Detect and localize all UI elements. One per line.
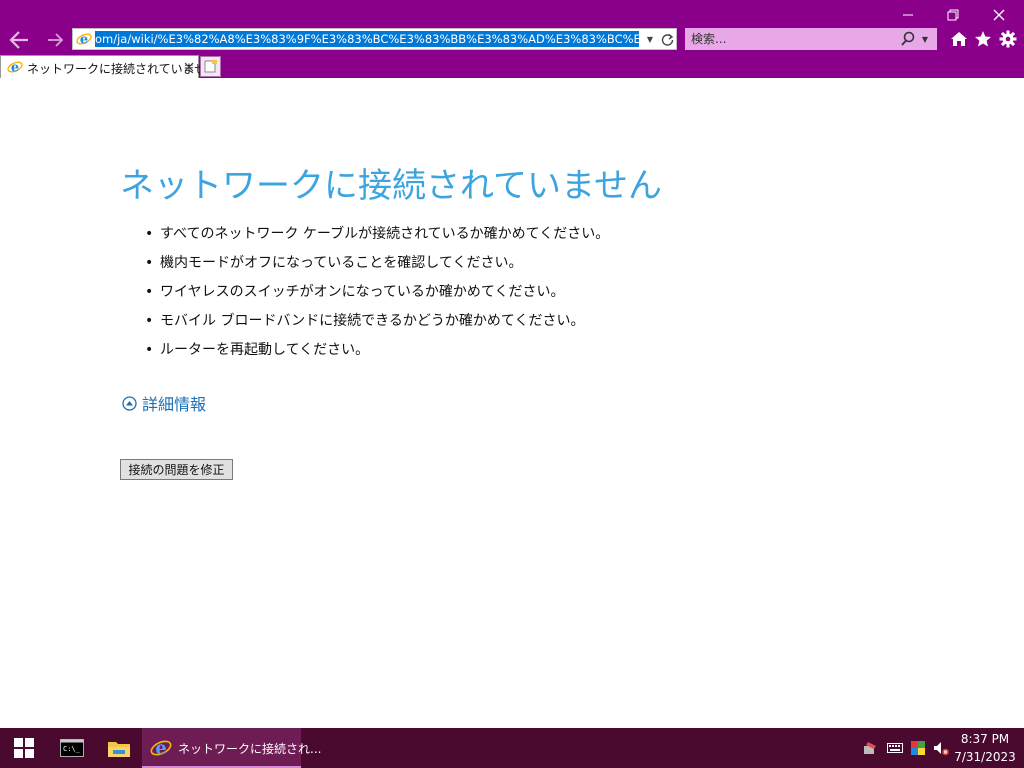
list-item: 機内モードがオフになっていることを確認してください。 (145, 254, 609, 283)
refresh-button[interactable] (659, 30, 675, 48)
taskbar-ie-label: ネットワークに接続され... (178, 742, 322, 756)
tools-button[interactable] (997, 28, 1019, 50)
back-arrow-icon (9, 31, 28, 49)
clock-time[interactable]: 8:37 PM (950, 732, 1020, 746)
command-prompt-icon: C:\_ (60, 739, 84, 757)
tray-tool-icon[interactable] (862, 740, 878, 756)
ie-logo-icon: e (7, 61, 23, 76)
search-icon (901, 31, 915, 46)
search-box[interactable]: ▼ (685, 28, 937, 50)
home-icon (951, 32, 967, 46)
svg-text:e: e (80, 33, 88, 48)
svg-text:e: e (155, 738, 166, 759)
taskbar: C:\_ e ネットワークに接続され... (0, 728, 1024, 768)
tab-active[interactable]: e ネットワークに接続されていません (0, 55, 218, 78)
color-app-icon[interactable] (910, 740, 926, 756)
search-button[interactable] (899, 30, 917, 48)
folder-icon (108, 742, 130, 757)
keyboard-icon[interactable] (887, 740, 903, 756)
close-window-button[interactable] (976, 2, 1022, 28)
restore-icon (947, 9, 959, 21)
troubleshooting-list: すべてのネットワーク ケーブルが接続されているか確かめてください。 機内モードが… (145, 225, 609, 370)
search-input[interactable] (689, 30, 893, 48)
svg-text:C:\_: C:\_ (63, 745, 81, 753)
more-info-link[interactable]: 詳細情報 (122, 391, 206, 415)
minimize-button[interactable] (885, 2, 931, 28)
chevron-down-icon: ▼ (646, 34, 654, 44)
new-tab-icon (204, 60, 217, 73)
list-item: ルーターを再起動してください。 (145, 341, 609, 370)
refresh-icon (661, 33, 673, 46)
search-dropdown-button[interactable]: ▼ (919, 31, 931, 47)
chevron-down-icon: ▼ (921, 34, 929, 44)
new-tab-button[interactable] (200, 56, 221, 77)
volume-muted-icon[interactable] (933, 740, 949, 756)
tab-close-button[interactable] (182, 59, 196, 75)
address-url-text[interactable]: om/ja/wiki/%E3%82%A8%E3%83%9F%E3%83%BC%E… (95, 31, 639, 47)
ie-logo-icon: e (150, 738, 172, 759)
chevron-up-circle-icon (122, 395, 137, 411)
list-item: モバイル ブロードバンドに接続できるかどうか確かめてください。 (145, 312, 609, 341)
svg-text:e: e (11, 61, 19, 76)
home-button[interactable] (948, 28, 970, 50)
more-info-label[interactable]: 詳細情報 (142, 391, 206, 415)
minimize-icon (903, 14, 913, 16)
start-button[interactable] (0, 728, 48, 768)
ie-logo-icon: e (76, 33, 92, 48)
list-item: ワイヤレスのスイッチがオンになっているか確かめてください。 (145, 283, 609, 312)
clock-date[interactable]: 7/31/2023 (950, 750, 1020, 764)
gear-icon (999, 30, 1017, 48)
taskbar-ie-button[interactable]: e ネットワークに接続され... (142, 728, 321, 768)
taskbar-explorer-button[interactable] (96, 728, 142, 768)
forward-button[interactable] (42, 28, 68, 52)
star-icon (975, 31, 991, 47)
tab-strip: e ネットワークに接続されていません (0, 55, 1024, 78)
list-item: すべてのネットワーク ケーブルが接続されているか確かめてください。 (145, 225, 609, 254)
fix-connection-button[interactable]: 接続の問題を修正 (120, 459, 233, 480)
close-icon (184, 62, 194, 72)
favorites-button[interactable] (972, 28, 994, 50)
back-button[interactable] (6, 28, 32, 52)
taskbar-cmd-button[interactable]: C:\_ (48, 728, 96, 768)
address-bar[interactable]: e om/ja/wiki/%E3%82%A8%E3%83%9F%E3%83%BC… (72, 28, 677, 50)
address-dropdown-button[interactable]: ▼ (643, 31, 657, 47)
forward-arrow-icon (48, 33, 64, 47)
restore-button[interactable] (930, 2, 976, 28)
windows-start-icon (14, 738, 34, 758)
close-icon (993, 9, 1005, 21)
page-content: ネットワークに接続されていません すべてのネットワーク ケーブルが接続されている… (0, 78, 1024, 728)
error-title: ネットワークに接続されていません (120, 166, 662, 206)
browser-titlebar: e om/ja/wiki/%E3%82%A8%E3%83%9F%E3%83%BC… (0, 0, 1024, 55)
